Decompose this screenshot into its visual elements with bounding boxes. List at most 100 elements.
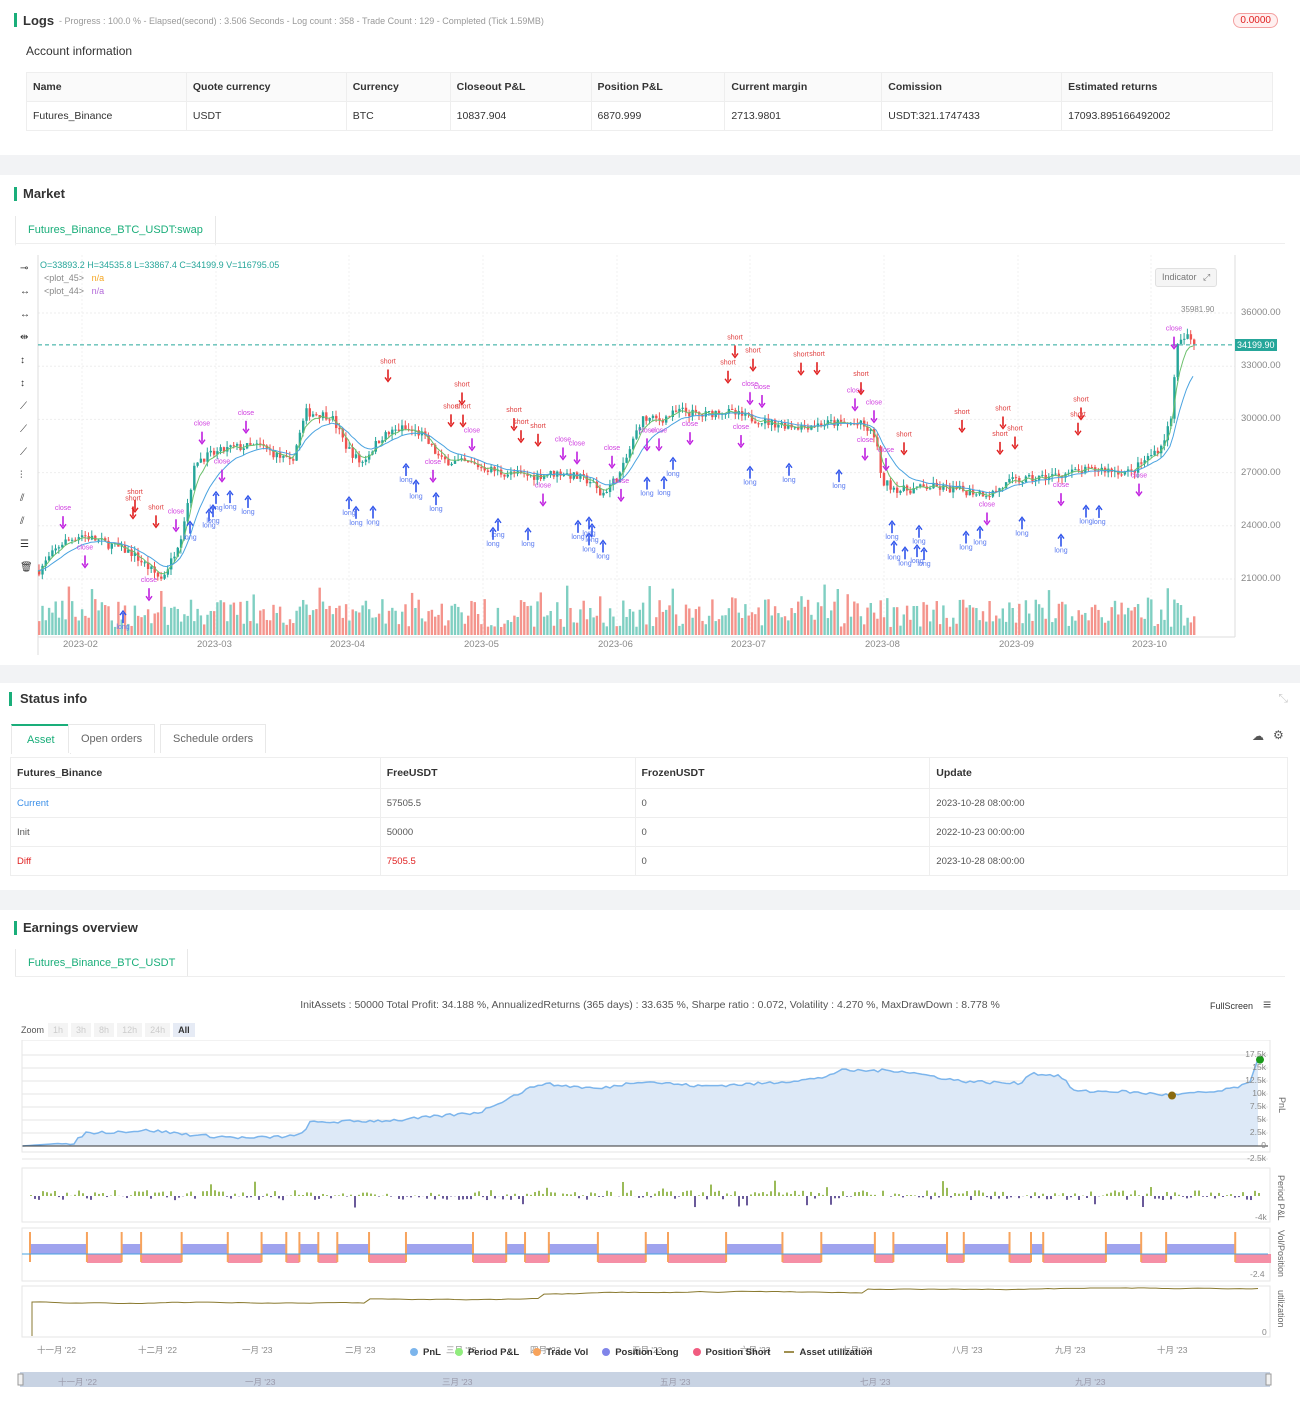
table-cell: 0	[634, 788, 931, 818]
menu-icon[interactable]: ≡	[1263, 996, 1271, 1012]
period-pnl-bar	[546, 1187, 548, 1196]
volume-bar	[193, 621, 196, 635]
marker-label: long	[640, 491, 653, 498]
ray-icon[interactable]: ⟋	[20, 424, 27, 435]
tab-schedule-orders[interactable]: Schedule orders	[160, 724, 267, 753]
tab-market-symbol[interactable]: Futures_Binance_BTC_USDT:swap	[15, 216, 216, 246]
axis-title: PnL	[1277, 1097, 1287, 1114]
price-range-icon[interactable]: ⫶	[20, 470, 23, 481]
volume-bar	[744, 604, 747, 635]
legend-item[interactable]: PnL	[410, 1347, 441, 1358]
period-pnl-bar	[954, 1193, 956, 1196]
zoom-24h-button[interactable]: 24h	[145, 1023, 171, 1037]
trend-line-icon[interactable]: ⟋	[20, 401, 27, 412]
volume-bar	[981, 611, 985, 635]
zoom-3h-button[interactable]: 3h	[71, 1023, 92, 1037]
period-pnl-bar	[486, 1196, 488, 1201]
candle-body	[1090, 467, 1094, 469]
parallel-channel-icon[interactable]: ⫽	[20, 493, 24, 504]
period-pnl-bar	[850, 1196, 852, 1197]
volume-bar	[183, 614, 186, 635]
close-marker: close	[754, 384, 770, 409]
period-pnl-bar	[426, 1196, 428, 1199]
period-pnl-bar	[434, 1196, 436, 1200]
extended-line-icon[interactable]: ⟋	[20, 447, 27, 458]
tab-earnings-symbol[interactable]: Futures_Binance_BTC_USDT	[15, 949, 189, 977]
horizontal-ray-icon[interactable]: ↔	[20, 309, 30, 320]
navigator-right-handle[interactable]	[1265, 1373, 1272, 1386]
volume-bar	[724, 615, 727, 635]
marker-label: close	[194, 421, 210, 428]
cloud-download-icon[interactable]: ☁	[1252, 729, 1264, 743]
indicator-button[interactable]: Indicator ⤢	[1155, 268, 1218, 287]
collapse-icon[interactable]: ⤡	[1278, 691, 1288, 706]
marker-label: short	[380, 358, 396, 365]
period-pnl-bar	[1146, 1193, 1148, 1196]
volume-bar	[665, 609, 668, 635]
volume-bar	[757, 607, 760, 635]
gear-icon[interactable]: ⚙	[1273, 728, 1284, 742]
marker-label: long	[206, 518, 219, 525]
tab-asset[interactable]: Asset	[11, 724, 71, 754]
period-pnl-bar	[138, 1191, 140, 1196]
horizontal-line-icon[interactable]: ↔	[20, 286, 30, 297]
volume-bar	[1024, 600, 1028, 635]
marker-label: close	[425, 459, 441, 466]
zoom-8h-button[interactable]: 8h	[94, 1023, 115, 1037]
volume-bar	[424, 621, 427, 635]
candle-body	[674, 410, 678, 412]
zoom-All-button[interactable]: All	[173, 1023, 195, 1037]
navigator-left-handle[interactable]	[17, 1373, 24, 1386]
trash-icon[interactable]: 🗑	[20, 562, 33, 573]
candlestick-chart[interactable]: short close close long short close long close cl…	[0, 255, 1300, 655]
legend-item[interactable]: Position Short	[692, 1347, 770, 1358]
legend-item[interactable]: Trade Vol	[533, 1347, 588, 1358]
legend-item[interactable]: Period P&L	[454, 1347, 519, 1358]
period-pnl-bar	[1246, 1196, 1248, 1200]
candle-body	[430, 443, 434, 445]
fullscreen-button[interactable]: FullScreen	[1210, 1001, 1253, 1011]
candle-body	[450, 463, 453, 466]
marker-label: short	[720, 360, 736, 367]
marker-label: short	[454, 381, 470, 388]
volume-bar	[572, 622, 575, 635]
tab-open-orders[interactable]: Open orders	[68, 724, 156, 753]
expand-icon[interactable]: ⤢	[1203, 272, 1210, 282]
vertical-segment-icon[interactable]: ↕	[20, 355, 25, 366]
slow-ma-line	[37, 376, 1194, 572]
marker-label: close	[639, 427, 655, 434]
close-marker: close	[857, 437, 873, 462]
close-marker: close	[238, 410, 254, 434]
marker-label: short	[1073, 396, 1089, 403]
period-pnl-bar	[106, 1196, 108, 1198]
period-pnl-bar	[994, 1191, 996, 1196]
crosshair-icon[interactable]: ⊸	[20, 263, 28, 274]
close-marker: close	[77, 544, 93, 569]
volume-bar	[509, 621, 513, 635]
fib-extension-icon[interactable]: ☰	[20, 539, 29, 550]
zoom-1h-button[interactable]: 1h	[48, 1023, 69, 1037]
legend-item[interactable]: Asset utilization	[784, 1347, 872, 1358]
period-pnl-bar	[1138, 1195, 1140, 1196]
period-pnl-bar	[494, 1196, 496, 1199]
volume-bar	[773, 606, 777, 635]
candle-body	[64, 539, 67, 545]
volume-bar	[189, 599, 193, 635]
period-pnl-bar	[98, 1193, 100, 1196]
period-pnl-bar	[362, 1192, 364, 1196]
fib-icon[interactable]: ⫽	[20, 516, 24, 527]
column-header: Update	[929, 757, 1288, 789]
volume-bar	[816, 602, 820, 635]
zoom-12h-button[interactable]: 12h	[117, 1023, 143, 1037]
candle-body	[909, 490, 912, 494]
marker-label: long	[491, 532, 504, 539]
volume-bar	[1186, 617, 1189, 635]
legend-item[interactable]: Position Long	[602, 1347, 679, 1358]
volume-bar	[978, 620, 981, 635]
volume-bar	[470, 600, 473, 635]
long-marker: long	[885, 520, 899, 541]
candle-body	[1193, 339, 1196, 345]
vertical-ray-icon[interactable]: ↕	[20, 378, 25, 389]
vertical-line-icon[interactable]: ⇹	[20, 332, 28, 343]
period-pnl-bar	[1258, 1193, 1260, 1196]
